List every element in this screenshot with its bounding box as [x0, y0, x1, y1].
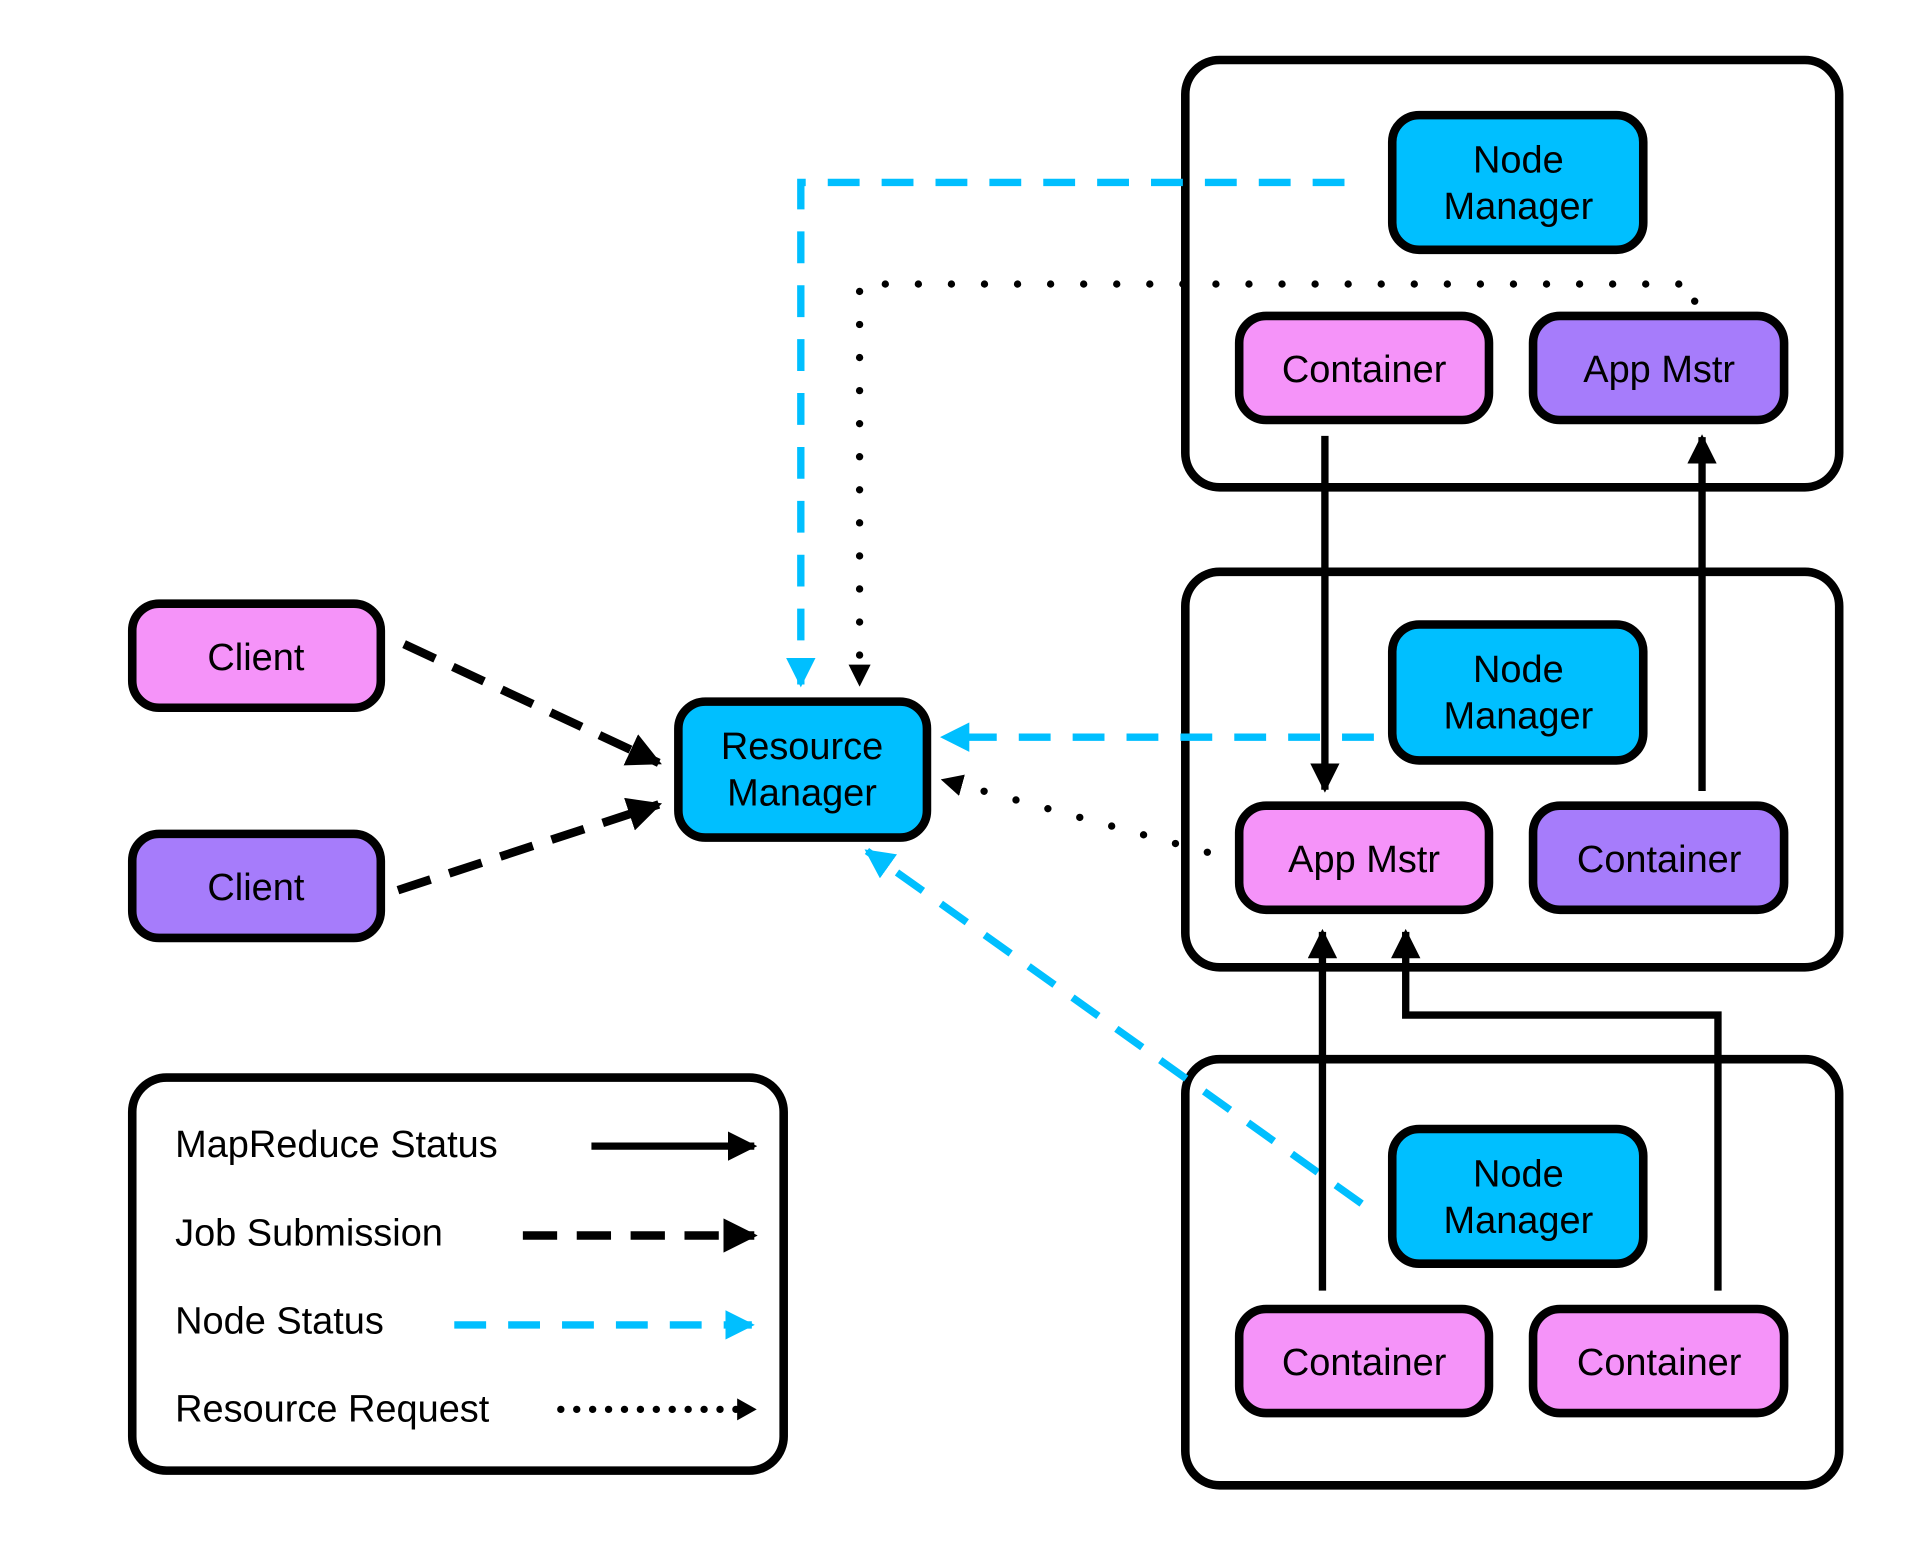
svg-text:Client: Client — [207, 637, 304, 679]
svg-text:Container: Container — [1282, 1342, 1447, 1384]
app-master-2: App Mstr — [1234, 801, 1494, 915]
client-2: Client — [127, 829, 386, 943]
resource-manager: Resource Manager — [674, 697, 932, 842]
container-4: Container — [1528, 1304, 1789, 1418]
legend: MapReduce Status Job Submission Node Sta… — [127, 1073, 788, 1475]
job-submission-arrow-2 — [396, 797, 663, 895]
resource-request-arrow-2 — [939, 774, 1212, 856]
svg-text:Manager: Manager — [1444, 186, 1594, 228]
svg-text:Container: Container — [1577, 839, 1742, 881]
legend-label-node-status: Node Status — [175, 1300, 384, 1342]
legend-label-mapreduce-status: MapReduce Status — [175, 1124, 498, 1166]
legend-label-resource-request: Resource Request — [175, 1389, 490, 1431]
svg-text:Client: Client — [207, 867, 304, 909]
svg-text:Container: Container — [1577, 1342, 1742, 1384]
job-submission-arrow-1 — [402, 640, 662, 767]
svg-text:Container: Container — [1282, 349, 1447, 391]
container-1: Container — [1234, 311, 1494, 425]
node-manager-2: Node Manager — [1387, 620, 1648, 765]
svg-text:Node: Node — [1473, 649, 1564, 691]
svg-text:Node: Node — [1473, 140, 1564, 182]
container-2: Container — [1528, 801, 1789, 915]
node-manager-1: Node Manager — [1387, 110, 1648, 255]
svg-text:Manager: Manager — [727, 773, 877, 815]
svg-text:Node: Node — [1473, 1154, 1564, 1196]
legend-label-job-submission: Job Submission — [175, 1212, 443, 1254]
node-manager-3: Node Manager — [1387, 1124, 1648, 1268]
svg-text:Manager: Manager — [1444, 1200, 1594, 1242]
app-master-1: App Mstr — [1528, 311, 1789, 425]
svg-text:App Mstr: App Mstr — [1288, 839, 1440, 881]
client-1: Client — [127, 599, 386, 713]
container-3: Container — [1234, 1304, 1494, 1418]
svg-text:Resource: Resource — [721, 726, 883, 768]
node-frame-3 — [1181, 1054, 1844, 1490]
yarn-architecture-diagram: Client Client Resource Manager Node Mana… — [127, 55, 1844, 1490]
svg-text:Manager: Manager — [1444, 696, 1594, 738]
svg-text:App Mstr: App Mstr — [1583, 349, 1735, 391]
